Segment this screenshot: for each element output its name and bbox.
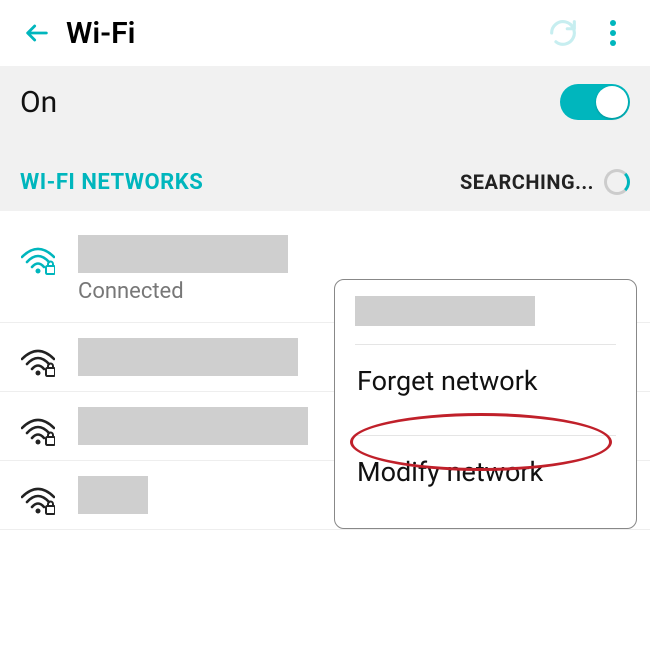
wifi-state-label: On <box>20 85 560 120</box>
network-name-redacted <box>78 235 288 273</box>
network-name-redacted <box>78 338 298 376</box>
menu-item-forget[interactable]: Forget network <box>355 345 616 417</box>
app-bar: Wi-Fi <box>0 0 650 66</box>
networks-subheader: WI-FI NETWORKS SEARCHING... <box>0 142 650 211</box>
spinner-icon <box>604 169 630 195</box>
page-title: Wi-Fi <box>66 16 135 51</box>
arrow-left-icon <box>23 19 51 47</box>
refresh-button[interactable] <box>538 8 588 58</box>
context-menu: Forget network Modify network <box>334 279 637 529</box>
network-name-redacted <box>78 407 308 445</box>
wifi-signal-lock-icon <box>20 410 56 446</box>
wifi-toggle[interactable] <box>560 84 630 120</box>
context-menu-title <box>355 296 616 326</box>
overflow-menu-button[interactable] <box>588 8 638 58</box>
menu-item-modify[interactable]: Modify network <box>355 436 616 508</box>
wifi-signal-lock-icon <box>20 479 56 515</box>
wifi-toggle-section: On <box>0 66 650 142</box>
wifi-signal-lock-icon <box>20 341 56 377</box>
back-button[interactable] <box>12 8 62 58</box>
more-vert-icon <box>602 18 624 48</box>
scan-status-label: SEARCHING... <box>460 170 594 194</box>
toggle-knob <box>596 86 628 118</box>
network-name-redacted <box>78 476 148 514</box>
wifi-signal-lock-icon <box>20 239 56 275</box>
network-status: Connected <box>78 279 288 304</box>
networks-heading: WI-FI NETWORKS <box>20 170 460 195</box>
refresh-icon <box>546 16 580 50</box>
context-menu-network-name-redacted <box>355 296 535 326</box>
scan-status: SEARCHING... <box>460 169 630 195</box>
